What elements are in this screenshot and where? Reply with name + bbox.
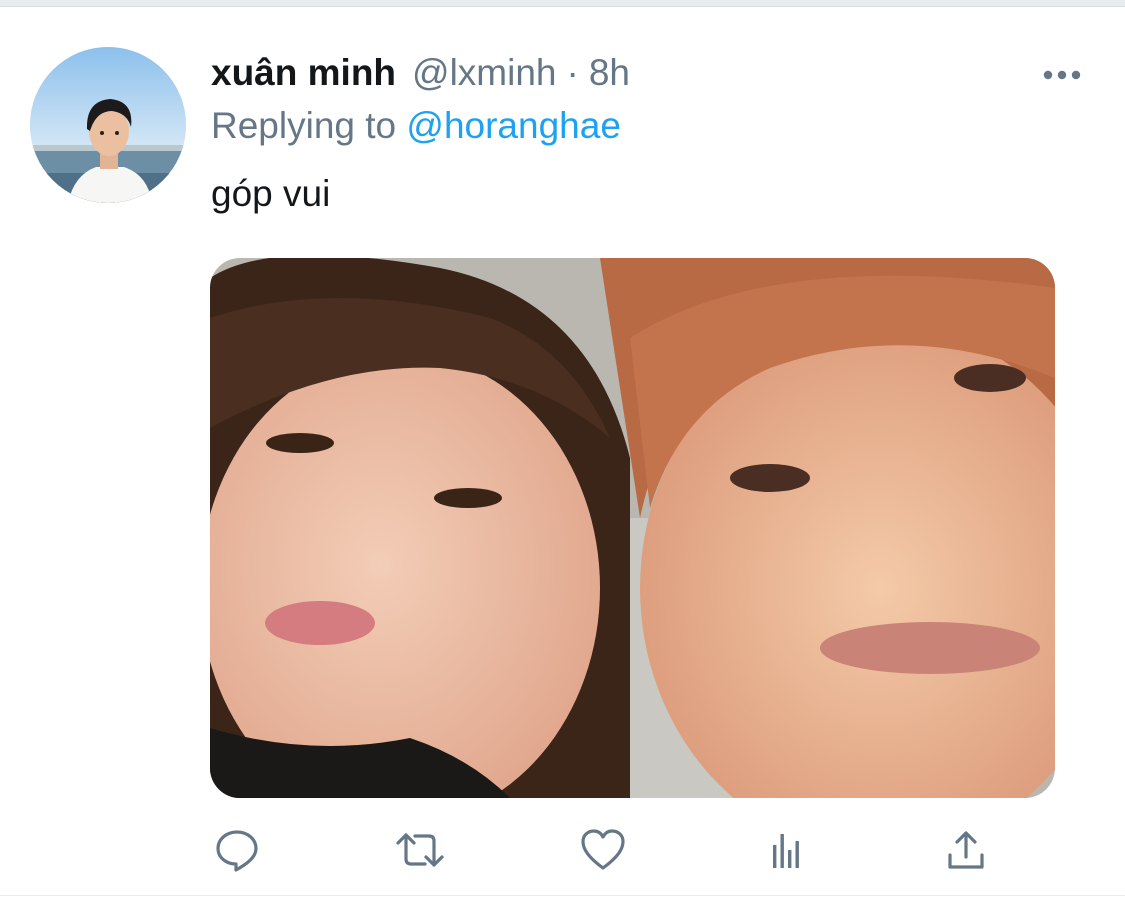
share-button[interactable] xyxy=(934,818,998,882)
replying-to: Replying to @horanghae xyxy=(211,105,621,147)
tweet-photo[interactable] xyxy=(210,258,1055,798)
replying-to-label: Replying to xyxy=(211,105,397,146)
timestamp[interactable]: 8h xyxy=(589,52,630,94)
like-button[interactable] xyxy=(571,818,635,882)
display-name[interactable]: xuân minh xyxy=(211,52,396,94)
heart-icon xyxy=(581,829,625,870)
reply-mention-link[interactable]: @horanghae xyxy=(406,105,621,146)
more-horizontal-icon xyxy=(1043,70,1081,80)
retweet-icon xyxy=(396,833,444,867)
bar-chart-icon xyxy=(773,834,799,868)
share-icon xyxy=(948,831,984,869)
separator-dot: · xyxy=(566,52,579,93)
avatar[interactable] xyxy=(30,47,186,203)
retweet-button[interactable] xyxy=(388,818,452,882)
comment-icon xyxy=(216,830,258,872)
tweet-header: xuân minh @lxminh · 8h xyxy=(211,52,630,100)
more-options-button[interactable] xyxy=(1038,60,1086,90)
top-divider xyxy=(0,0,1125,7)
tweet-text: góp vui xyxy=(211,173,331,214)
bottom-divider xyxy=(0,895,1125,896)
user-handle[interactable]: @lxminh xyxy=(412,52,556,94)
reply-button[interactable] xyxy=(205,818,269,882)
analytics-button[interactable] xyxy=(754,818,818,882)
tweet-actions xyxy=(0,818,1125,882)
